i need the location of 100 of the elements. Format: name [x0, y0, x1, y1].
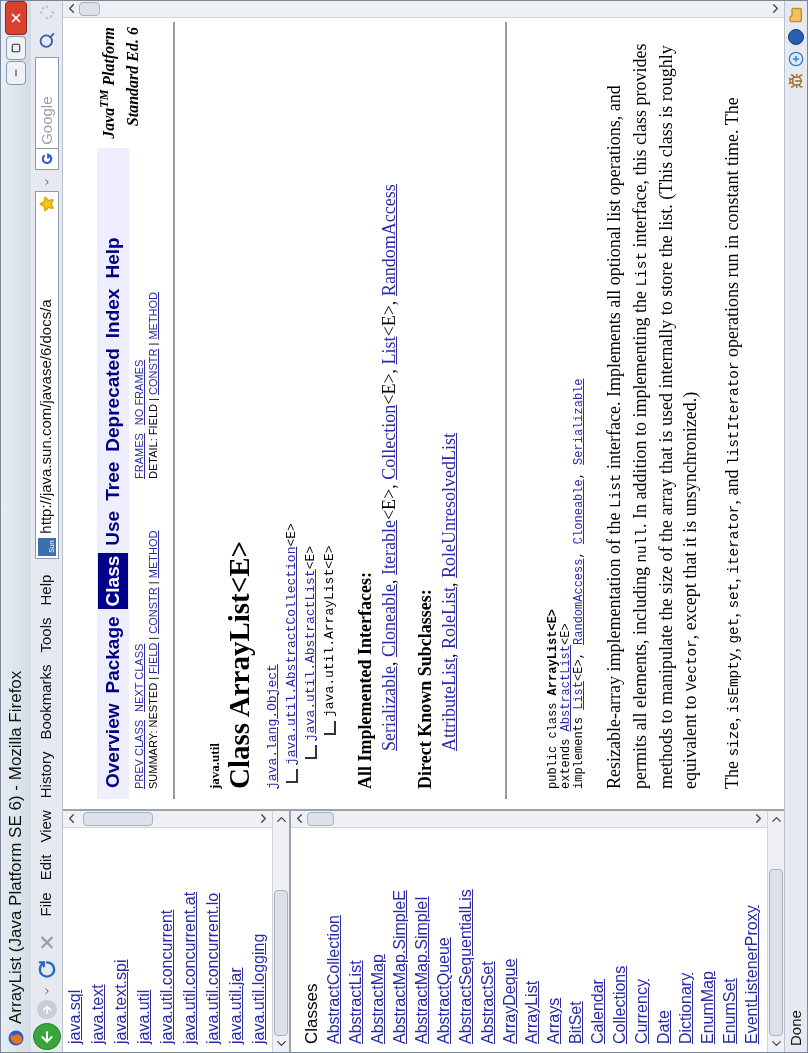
class-link[interactable]: BitSet	[564, 1001, 588, 1044]
scrollbar-thumb[interactable]	[274, 889, 288, 1036]
menu-item[interactable]: Bookmarks	[35, 664, 58, 740]
class-link[interactable]: ArrayDeque	[498, 958, 522, 1044]
google-icon[interactable]	[34, 147, 59, 170]
class-link[interactable]: AbstractMap.SimpleE	[388, 890, 412, 1044]
scrollbar-thumb[interactable]	[79, 2, 100, 16]
subclass-link[interactable]: AttributeList	[439, 658, 459, 751]
nav-link[interactable]: NEXT CLASS	[133, 643, 145, 712]
package-link[interactable]: java.util.concurrent.at	[177, 891, 202, 1044]
interface-link[interactable]: Cloneable	[379, 584, 399, 658]
class-link[interactable]: AbstractMap	[366, 954, 390, 1044]
search-icon[interactable]	[37, 32, 56, 50]
maximize-button[interactable]	[6, 36, 26, 60]
nav-link[interactable]: CONSTR	[147, 587, 159, 634]
scrollbar-thumb[interactable]	[769, 868, 783, 1036]
class-link[interactable]: EventListenerProxy	[740, 905, 764, 1044]
class-link[interactable]: Currency	[630, 979, 654, 1044]
nav-tab[interactable]: Deprecated	[97, 345, 129, 455]
nav-tab[interactable]: Overview	[97, 700, 129, 791]
nav-link[interactable]: METHOD	[147, 530, 159, 579]
search-field[interactable]: Google	[34, 57, 59, 148]
interface-link[interactable]: Collection	[379, 404, 399, 480]
close-button[interactable]	[5, 1, 27, 35]
package-link[interactable]: java.util	[131, 989, 156, 1044]
nav-tab[interactable]: Index	[97, 285, 129, 342]
class-link[interactable]: Calendar	[586, 979, 610, 1044]
reload-icon[interactable]	[36, 959, 57, 979]
class-link[interactable]: AbstractMap.SimpleI	[410, 896, 434, 1044]
vertical-scrollbar[interactable]	[63, 1, 784, 18]
class-link[interactable]: AbstractSet	[476, 961, 500, 1044]
back-button[interactable]	[32, 1023, 61, 1050]
status-text: Done	[785, 1009, 805, 1046]
nav-link[interactable]: METHOD	[147, 291, 159, 340]
class-link[interactable]: AbstractCollection	[322, 915, 346, 1044]
package-link[interactable]: java.util.concurrent.lo	[200, 892, 225, 1044]
package-link[interactable]: java.text	[85, 984, 110, 1044]
nav-link[interactable]: CONSTR	[147, 348, 159, 396]
menu-item[interactable]: View	[35, 810, 58, 843]
class-link[interactable]: AbstractSequentialLis	[454, 889, 478, 1044]
class-link[interactable]: Collections	[608, 965, 632, 1044]
close-icon[interactable]	[9, 11, 23, 25]
scrollbar-thumb[interactable]	[82, 812, 154, 826]
menu-item[interactable]: Edit	[35, 854, 58, 881]
subclass-link[interactable]: RoleList	[439, 587, 459, 649]
nav-tab[interactable]: Tree	[97, 458, 129, 504]
type-link[interactable]: Cloneable	[572, 479, 586, 545]
class-link[interactable]: EnumMap	[696, 971, 720, 1044]
tree-connector	[305, 745, 317, 759]
subclass-link[interactable]: RoleUnresolvedList	[439, 433, 459, 578]
interface-link[interactable]: List	[379, 336, 399, 365]
vertical-scrollbar[interactable]	[63, 811, 272, 828]
nav-tab[interactable]: Help	[97, 234, 129, 282]
package-link[interactable]: java.util.jar	[223, 967, 248, 1044]
nav-link[interactable]: FRAMES	[133, 433, 145, 479]
package-link[interactable]: java.sql	[63, 989, 87, 1044]
package-link[interactable]: java.util.concurrent	[154, 909, 179, 1044]
class-link[interactable]: AbstractList	[344, 960, 368, 1044]
minimize-button[interactable]	[6, 61, 26, 85]
nav-link[interactable]: PREV CLASS	[133, 719, 145, 789]
menu-item[interactable]: File	[35, 892, 58, 917]
class-link[interactable]: AbstractQueue	[432, 937, 456, 1044]
class-link[interactable]: Dictionary	[674, 972, 698, 1044]
bug-icon[interactable]	[788, 73, 804, 89]
scrollbar-thumb[interactable]	[307, 812, 334, 826]
type-link[interactable]: List	[572, 680, 586, 710]
class-link[interactable]: java.util.AbstractCollection	[281, 546, 301, 765]
package-link[interactable]: java.util.logging	[246, 933, 271, 1044]
menu-item[interactable]: Tools	[35, 617, 58, 653]
tree-connector	[286, 769, 298, 783]
interface-link[interactable]: Serializable	[379, 666, 399, 751]
plus-icon[interactable]	[788, 51, 804, 67]
folder-icon[interactable]	[788, 7, 804, 23]
current-class-name: java.util.ArrayList<E>	[320, 545, 338, 717]
vertical-scrollbar[interactable]	[291, 811, 767, 828]
type-link[interactable]: RandomAccess	[572, 558, 586, 645]
class-link[interactable]: ArrayList	[520, 980, 544, 1044]
class-link[interactable]: Arrays	[542, 997, 566, 1044]
nav-tab[interactable]: Use	[97, 507, 129, 549]
menu-item[interactable]: Help	[35, 574, 58, 606]
class-link[interactable]: java.lang.Object	[262, 664, 282, 789]
nav-link[interactable]: FIELD	[147, 642, 159, 674]
interface-link[interactable]: RandomAccess	[379, 184, 399, 297]
class-link[interactable]: EnumSet	[718, 978, 742, 1044]
nav-link[interactable]: NO FRAMES	[133, 359, 145, 426]
interface-link[interactable]: Iterable	[379, 520, 399, 576]
package-link[interactable]: java.text.spi	[108, 959, 133, 1044]
subnav-line: DETAIL: FIELD | CONSTR | METHOD	[146, 291, 159, 479]
class-link[interactable]: Date	[652, 1010, 676, 1044]
maximize-icon[interactable]	[11, 43, 21, 53]
type-link[interactable]: AbstractList	[559, 644, 573, 732]
class-link[interactable]: java.util.AbstractList	[300, 569, 320, 741]
nav-tab[interactable]: Class	[97, 552, 129, 610]
type-link[interactable]: Serializable	[572, 378, 586, 465]
throbber-icon	[38, 4, 55, 21]
menu-item[interactable]: History	[35, 751, 58, 799]
nav-tab[interactable]: Package	[97, 613, 129, 697]
bookmark-star-icon[interactable]	[38, 196, 55, 213]
horizontal-scrollbar[interactable]	[767, 811, 784, 1052]
horizontal-scrollbar[interactable]	[272, 811, 289, 1052]
